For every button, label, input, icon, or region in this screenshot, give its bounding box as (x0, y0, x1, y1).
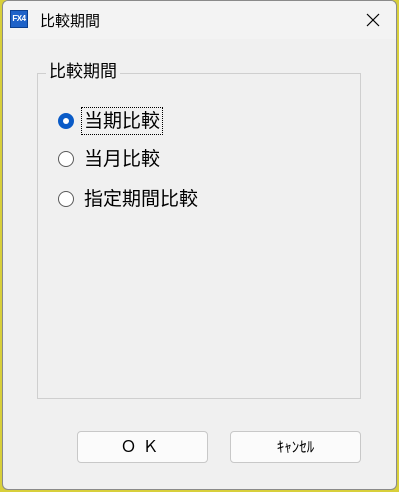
radio-button-selected[interactable] (58, 113, 74, 129)
radio-label: 当月比較 (84, 148, 161, 170)
radio-button[interactable] (58, 151, 74, 167)
window-title: 比較期間 (40, 12, 101, 30)
radio-label: 指定期間比較 (84, 188, 199, 210)
app-icon: FX4 (10, 10, 28, 28)
title-bar[interactable]: FX4 比較期間 (3, 1, 396, 39)
cancel-button[interactable]: ｷｬﾝｾﾙ (230, 431, 361, 463)
radio-label: 当期比較 (80, 107, 164, 135)
radio-button[interactable] (58, 191, 74, 207)
ok-button[interactable]: ＯＫ (77, 431, 208, 463)
close-button[interactable] (356, 5, 390, 35)
close-icon (366, 13, 380, 27)
group-legend: 比較期間 (46, 60, 120, 84)
